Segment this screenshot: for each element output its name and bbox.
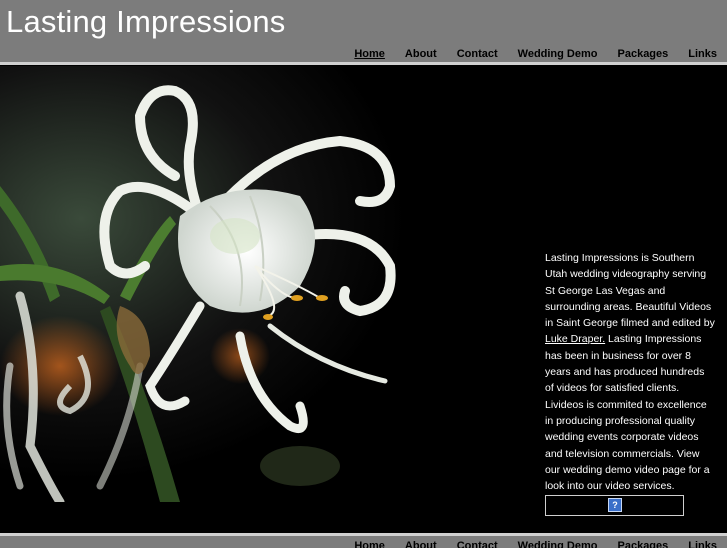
site-title: Lasting Impressions [6,4,286,39]
plugin-placeholder-box: ? [545,495,684,516]
footer-nav-about[interactable]: About [395,538,447,548]
footer-nav-packages[interactable]: Packages [608,538,679,548]
header-divider [0,62,727,65]
main-nav: Home About Contact Wedding Demo Packages… [344,46,727,62]
luke-draper-link[interactable]: Luke Draper. [545,333,605,345]
question-mark-icon[interactable]: ? [608,498,622,512]
intro-text-start: Lasting Impressions is Southern Utah wed… [545,252,715,330]
nav-home[interactable]: Home [344,46,395,62]
footer-nav-wedding-demo[interactable]: Wedding Demo [508,538,608,548]
intro-text: Lasting Impressions is Southern Utah wed… [545,250,715,494]
footer-nav: Home About Contact Wedding Demo Packages… [344,538,727,548]
footer-nav-links[interactable]: Links [678,538,727,548]
hero-flower-image [0,66,540,502]
intro-text-end: Lasting Impressions has been in business… [545,333,710,493]
footer-nav-home[interactable]: Home [344,538,395,548]
site-footer: Home About Contact Wedding Demo Packages… [0,536,727,548]
footer-nav-contact[interactable]: Contact [447,538,508,548]
site-header: Lasting Impressions Home About Contact W… [0,0,727,62]
nav-links[interactable]: Links [678,46,727,62]
nav-packages[interactable]: Packages [608,46,679,62]
nav-wedding-demo[interactable]: Wedding Demo [508,46,608,62]
nav-contact[interactable]: Contact [447,46,508,62]
nav-about[interactable]: About [395,46,447,62]
